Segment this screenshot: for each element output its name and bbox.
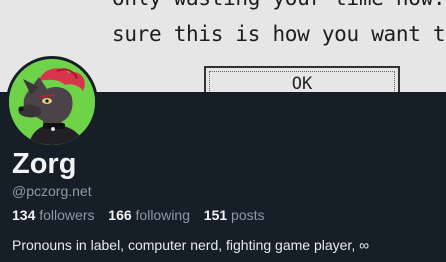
posts-count: 151 xyxy=(203,207,228,223)
profile-bio: Pronouns in label, computer nerd, fighti… xyxy=(12,237,370,253)
followers-label: followers xyxy=(39,207,95,223)
followers-link[interactable]: 134 followers xyxy=(12,207,98,223)
banner-text-line-1: only wasting your time now. A xyxy=(112,0,446,10)
profile-stats: 134 followers 166 following 151 posts xyxy=(12,207,265,223)
banner-ok-button: OK xyxy=(204,66,400,92)
avatar-character-image xyxy=(9,59,95,145)
profile-handle: @pczorg.net xyxy=(12,183,92,199)
avatar[interactable] xyxy=(6,56,98,148)
banner-text-line-2: sure this is how you want to liv xyxy=(112,22,446,46)
followers-count: 134 xyxy=(12,207,36,223)
display-name: Zorg xyxy=(12,148,77,180)
following-label: following xyxy=(135,207,191,223)
posts-stat: 151 posts xyxy=(204,207,265,223)
following-count: 166 xyxy=(108,207,132,223)
following-link[interactable]: 166 following xyxy=(108,207,194,223)
posts-label: posts xyxy=(231,207,265,223)
